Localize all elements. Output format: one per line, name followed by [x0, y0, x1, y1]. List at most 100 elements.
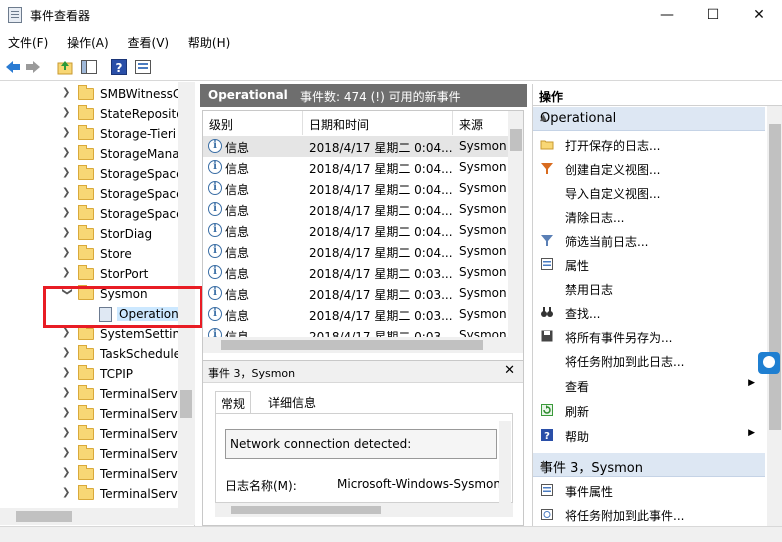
tree-item[interactable]: ❯ TerminalServ: [0, 424, 178, 444]
tree-item[interactable]: ❯ TaskSchedule: [0, 344, 178, 364]
properties-icon[interactable]: [134, 58, 152, 76]
actions-scroll-thumb[interactable]: [769, 124, 781, 430]
detail-vertical-scrollbar[interactable]: [499, 421, 511, 507]
table-row[interactable]: i 信息 2018/4/17 星期二 0:04... Sysmon: [203, 157, 508, 178]
action-import-custom-view[interactable]: 导入自定义视图...: [533, 180, 765, 204]
tree-item[interactable]: ❯ SMBWitnessC: [0, 84, 178, 104]
table-row[interactable]: i 信息 2018/4/17 星期二 0:04... Sysmon: [203, 199, 508, 220]
chevron-right-icon[interactable]: ❯: [62, 207, 72, 218]
action-find[interactable]: 查找...: [533, 300, 765, 324]
chevron-right-icon[interactable]: ❯: [62, 227, 72, 238]
tab-general[interactable]: 常规: [215, 391, 252, 413]
minimize-button[interactable]: —: [644, 0, 690, 30]
action-save-all-events[interactable]: 将所有事件另存为...: [533, 324, 765, 348]
maximize-button[interactable]: ☐: [690, 0, 736, 30]
table-row[interactable]: i 信息 2018/4/17 星期二 0:03... Sysmon: [203, 262, 508, 283]
action-open-saved-log[interactable]: 打开保存的日志...: [533, 132, 765, 156]
chevron-right-icon[interactable]: ❯: [62, 107, 72, 118]
chevron-right-icon[interactable]: ❯: [62, 327, 72, 338]
chevron-right-icon[interactable]: ❯: [62, 447, 72, 458]
chevron-right-icon[interactable]: ❯: [62, 147, 72, 158]
column-header-level[interactable]: 级别: [203, 111, 303, 135]
section-operational[interactable]: Operational ▲: [533, 107, 765, 131]
tree-item[interactable]: ❯ TerminalServ: [0, 404, 178, 424]
table-row[interactable]: i 信息 2018/4/17 星期二 0:04... Sysmon: [203, 241, 508, 262]
chevron-right-icon[interactable]: ❯: [62, 247, 72, 258]
tree-item[interactable]: ❯ StorageSpace: [0, 164, 178, 184]
tree-item[interactable]: ❯ Store: [0, 244, 178, 264]
chevron-right-icon[interactable]: ❯: [62, 407, 72, 418]
floating-user-avatar-icon[interactable]: [758, 352, 780, 374]
tree-item[interactable]: ❯ StorDiag: [0, 224, 178, 244]
table-row[interactable]: i 信息 2018/4/17 星期二 0:04... Sysmon: [203, 136, 508, 157]
action-attach-task-to-log[interactable]: 将任务附加到此日志...: [533, 348, 765, 372]
table-row[interactable]: i 信息 2018/4/17 星期二 0:03... Sysmon: [203, 325, 508, 337]
action-filter-current-log[interactable]: 筛选当前日志...: [533, 228, 765, 252]
event-message[interactable]: Network connection detected:: [225, 429, 497, 459]
action-disable-log[interactable]: 禁用日志: [533, 276, 765, 300]
table-row[interactable]: i 信息 2018/4/17 星期二 0:03... Sysmon: [203, 304, 508, 325]
section-event[interactable]: 事件 3，Sysmon ▲: [533, 453, 765, 477]
menu-help[interactable]: 帮助(H): [180, 31, 230, 51]
menu-action[interactable]: 操作(A): [59, 31, 109, 51]
table-row[interactable]: i 信息 2018/4/17 星期二 0:03... Sysmon: [203, 283, 508, 304]
chevron-right-icon[interactable]: ❯: [62, 427, 72, 438]
up-folder-icon[interactable]: [56, 58, 74, 76]
chevron-right-icon[interactable]: ❯: [62, 187, 72, 198]
chevron-right-icon[interactable]: ❯: [62, 267, 72, 278]
table-row[interactable]: i 信息 2018/4/17 星期二 0:04... Sysmon: [203, 220, 508, 241]
back-icon[interactable]: [4, 58, 22, 76]
action-event-properties[interactable]: 事件属性: [533, 478, 765, 502]
chevron-right-icon[interactable]: ❯: [62, 127, 72, 138]
close-icon[interactable]: ✕: [504, 363, 515, 378]
tree-item[interactable]: ❯ StorPort: [0, 264, 178, 284]
chevron-right-icon[interactable]: ❯: [62, 367, 72, 378]
action-view[interactable]: 查看 ▶: [533, 373, 765, 397]
action-clear-log[interactable]: 清除日志...: [533, 204, 765, 228]
detail-hscroll-thumb[interactable]: [231, 506, 381, 514]
tree-item[interactable]: ❯ TerminalServ: [0, 444, 178, 464]
chevron-right-icon[interactable]: ❯: [62, 387, 72, 398]
tree-item[interactable]: ❯ TerminalServ: [0, 384, 178, 404]
info-icon: i: [208, 265, 222, 279]
action-refresh[interactable]: 刷新: [533, 398, 765, 422]
tree-item[interactable]: ❯ Storage-Tieri: [0, 124, 178, 144]
action-attach-task-to-event[interactable]: 将任务附加到此事件...: [533, 502, 765, 526]
chevron-right-icon[interactable]: ❯: [62, 347, 72, 358]
properties-icon: [541, 258, 553, 270]
event-list-hscroll-thumb[interactable]: [221, 340, 483, 350]
tab-details[interactable]: 详细信息: [263, 391, 321, 413]
menu-file[interactable]: 文件(F): [0, 31, 48, 51]
table-row[interactable]: i 信息 2018/4/17 星期二 0:04... Sysmon: [203, 178, 508, 199]
menu-view[interactable]: 查看(V): [120, 31, 170, 51]
chevron-right-icon[interactable]: ❯: [62, 487, 72, 498]
show-hide-tree-icon[interactable]: [80, 58, 98, 76]
tree-item[interactable]: ❯ StorageMana: [0, 144, 178, 164]
collapse-icon[interactable]: ▲: [540, 459, 757, 469]
folder-icon: [78, 165, 94, 180]
tree-scroll-thumb[interactable]: [180, 390, 192, 418]
action-help[interactable]: ? 帮助 ▶: [533, 423, 765, 447]
tree-item[interactable]: ❯ StateReposito: [0, 104, 178, 124]
chevron-right-icon[interactable]: ❯: [62, 467, 72, 478]
event-list-scroll-thumb[interactable]: [510, 129, 522, 151]
chevron-right-icon[interactable]: ❯: [62, 87, 72, 98]
action-create-custom-view[interactable]: 创建自定义视图...: [533, 156, 765, 180]
forward-icon[interactable]: [24, 58, 42, 76]
folder-icon: [78, 405, 94, 420]
column-header-source[interactable]: 来源: [453, 111, 509, 135]
help-icon[interactable]: ?: [110, 58, 128, 76]
tree-hscroll-thumb[interactable]: [16, 511, 72, 522]
close-button[interactable]: ✕: [736, 0, 782, 30]
tree-item[interactable]: ❯ StorageSpace: [0, 204, 178, 224]
help-icon: ?: [541, 429, 553, 442]
tree-item[interactable]: ❯ TCPIP: [0, 364, 178, 384]
tree-item[interactable]: ❯ TerminalServ: [0, 484, 178, 504]
tree-item[interactable]: ❯ TerminalServ: [0, 464, 178, 484]
tree-item[interactable]: ❯ StorageSpace: [0, 184, 178, 204]
actions-pane: 操作 Operational ▲ 打开保存的日志... 创建自定义视图... 导入…: [532, 84, 782, 526]
collapse-icon[interactable]: ▲: [540, 113, 757, 123]
action-properties[interactable]: 属性: [533, 252, 765, 276]
column-header-datetime[interactable]: 日期和时间: [303, 111, 453, 135]
chevron-right-icon[interactable]: ❯: [62, 167, 72, 178]
